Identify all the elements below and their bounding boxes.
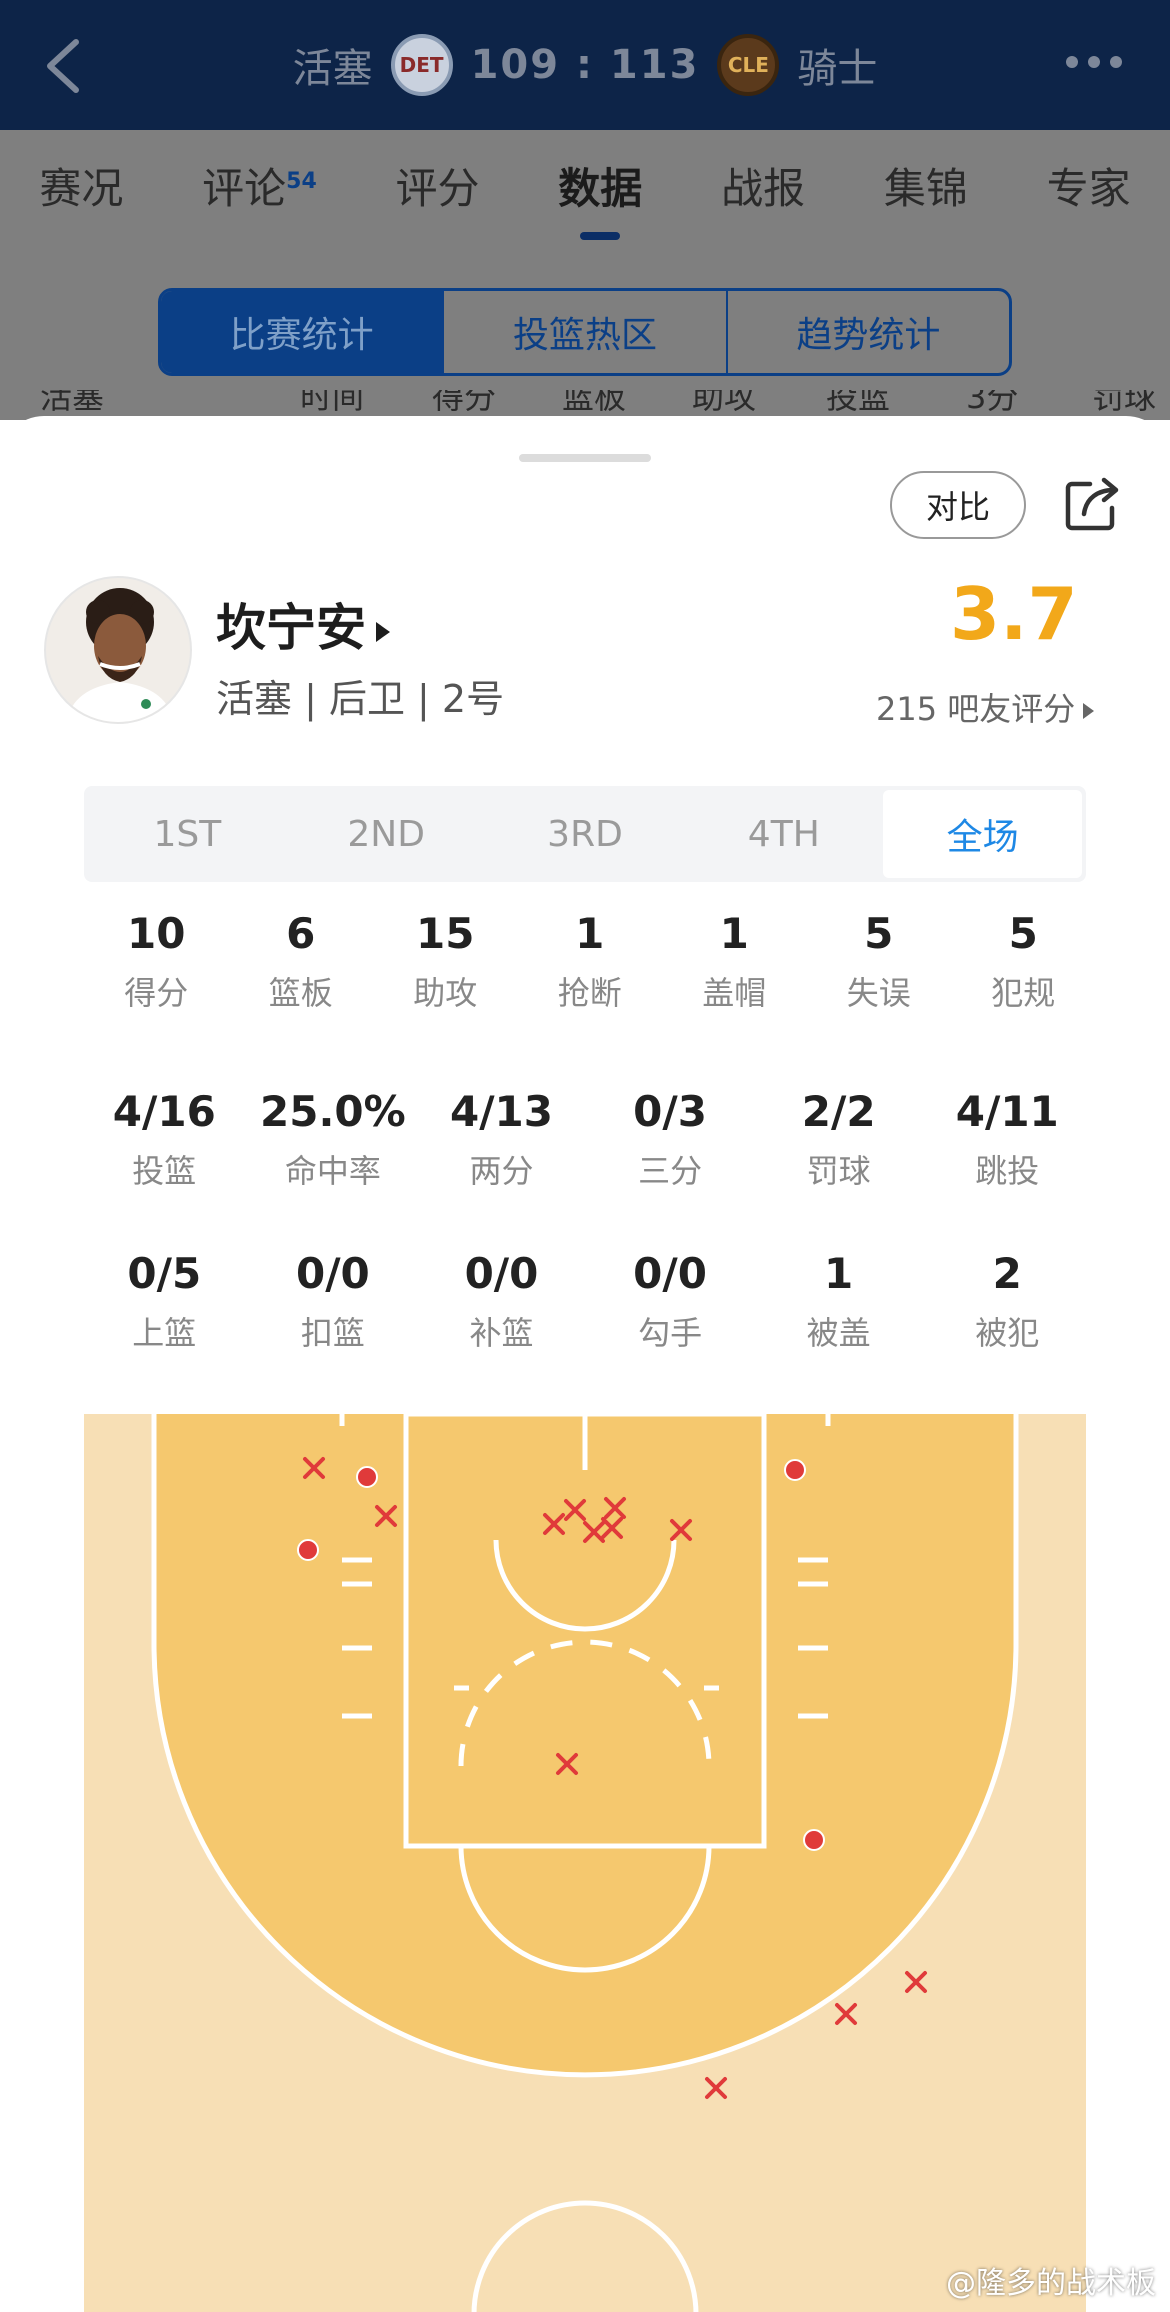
quarter-4th[interactable]: 4TH	[684, 790, 883, 878]
shot-chart-court	[84, 1414, 1086, 2312]
score-text: 109 : 113	[470, 42, 700, 88]
player-rating: 3.7	[950, 572, 1078, 656]
stat-blocked: 1 被盖	[806, 1249, 871, 1352]
peek-col: 助攻	[692, 390, 757, 416]
peek-col: 篮板	[562, 390, 627, 416]
stat-fg-pct: 25.0% 命中率	[260, 1087, 406, 1190]
tab-bar: 赛况 评论54 评分 数据 战报 集锦 专家	[0, 130, 1170, 250]
player-stats-sheet: 对比 坎宁安 活塞 | 后卫 | 2号 3.7 215 吧友评分 1ST 2ND…	[0, 416, 1170, 2312]
stats-subnav: 比赛统计 投篮热区 趋势统计 活塞 时间 得分 篮板 助攻 投篮 3分 罚球	[0, 250, 1170, 420]
peek-col: 得分	[432, 390, 497, 416]
stat-dunk: 0/0 扣篮	[295, 1249, 370, 1352]
peek-col: 投篮	[826, 390, 891, 416]
quarter-full-game[interactable]: 全场	[883, 790, 1082, 878]
tab-report[interactable]: 战报	[721, 155, 805, 226]
peek-col: 时间	[300, 390, 365, 416]
stats-row-basic: 10 得分 6 篮板 15 助攻 1 抢断 1 盖帽 5 失误 5 犯规	[84, 906, 1096, 1014]
segment-shot-zones[interactable]: 投篮热区	[444, 291, 728, 373]
top-bar: 活塞 DET 109 : 113 CLE 骑士	[0, 0, 1170, 130]
stat-rebounds: 6 篮板	[268, 909, 333, 1012]
made-shot-marker	[356, 1466, 378, 1488]
tab-live[interactable]: 赛况	[39, 155, 123, 226]
tab-experts[interactable]: 专家	[1047, 155, 1131, 226]
stat-fg: 4/16 投篮	[112, 1087, 216, 1190]
caret-right-icon	[1083, 703, 1095, 719]
made-shot-marker	[297, 1539, 319, 1561]
compare-button[interactable]: 对比	[890, 471, 1026, 539]
peek-team: 活塞	[40, 390, 105, 416]
stat-3pt: 0/3 三分	[633, 1087, 707, 1190]
made-shot-marker	[803, 1829, 825, 1851]
peek-col: 3分	[966, 390, 1019, 416]
stat-blocks: 1 盖帽	[702, 909, 767, 1012]
tab-ratings[interactable]: 评分	[396, 155, 480, 226]
stat-2pt: 4/13 两分	[449, 1087, 553, 1190]
stat-jumpshot: 4/11 跳投	[955, 1087, 1059, 1190]
home-team-name: 活塞	[292, 46, 373, 92]
stats-row-shooting: 4/16 投篮 25.0% 命中率 4/13 两分 0/3 三分 2/2 罚球 4/11 跳…	[80, 1084, 1092, 1192]
comment-count-badge: 54	[286, 168, 317, 194]
stat-assists: 15 助攻	[413, 909, 478, 1012]
caret-right-icon	[376, 621, 390, 642]
tab-comments[interactable]: 评论54	[202, 155, 317, 226]
quarter-2nd[interactable]: 2ND	[287, 790, 486, 878]
det-logo-icon: DET	[390, 34, 453, 96]
quarter-1st[interactable]: 1ST	[88, 790, 287, 878]
away-team-name: 骑士	[797, 46, 878, 92]
tab-highlights[interactable]: 集锦	[884, 155, 968, 226]
rating-count-link[interactable]: 215 吧友评分	[876, 684, 1095, 730]
quarter-selector: 1ST 2ND 3RD 4TH 全场	[84, 786, 1086, 882]
player-info: 活塞 | 后卫 | 2号	[216, 677, 505, 721]
game-score: 活塞 DET 109 : 113 CLE 骑士	[0, 0, 1170, 130]
player-avatar	[44, 576, 192, 724]
peek-col: 罚球	[1092, 390, 1157, 416]
stat-steals: 1 抢断	[557, 909, 622, 1012]
stat-fouls: 5 犯规	[991, 909, 1056, 1012]
drag-handle[interactable]	[519, 454, 651, 462]
weibo-watermark: @隆多的战术板	[946, 2266, 1156, 2301]
tab-stats[interactable]: 数据	[558, 155, 642, 240]
more-options-icon[interactable]	[1066, 56, 1122, 68]
stats-row-shot-types: 0/5 上篮 0/0 扣篮 0/0 补篮 0/0 勾手 1 被盖 2 被犯	[80, 1246, 1092, 1354]
stat-fouled: 2 被犯	[975, 1249, 1040, 1352]
player-name[interactable]: 坎宁安	[216, 588, 390, 660]
segment-trend-stats[interactable]: 趋势统计	[728, 291, 1009, 373]
share-icon[interactable]	[1062, 474, 1122, 534]
cle-logo-icon: CLE	[717, 34, 780, 96]
segment-game-stats[interactable]: 比赛统计	[161, 291, 445, 373]
segmented-control: 比赛统计 投篮热区 趋势统计	[158, 288, 1012, 376]
made-shot-marker	[784, 1459, 806, 1481]
stat-layup: 0/5 上篮	[127, 1249, 202, 1352]
stat-points: 10 得分	[124, 909, 189, 1012]
stat-tipin: 0/0 补篮	[464, 1249, 539, 1352]
stat-ft: 2/2 罚球	[801, 1087, 876, 1190]
quarter-3rd[interactable]: 3RD	[486, 790, 685, 878]
stat-turnovers: 5 失误	[846, 909, 911, 1012]
stat-hook: 0/0 勾手	[633, 1249, 707, 1352]
